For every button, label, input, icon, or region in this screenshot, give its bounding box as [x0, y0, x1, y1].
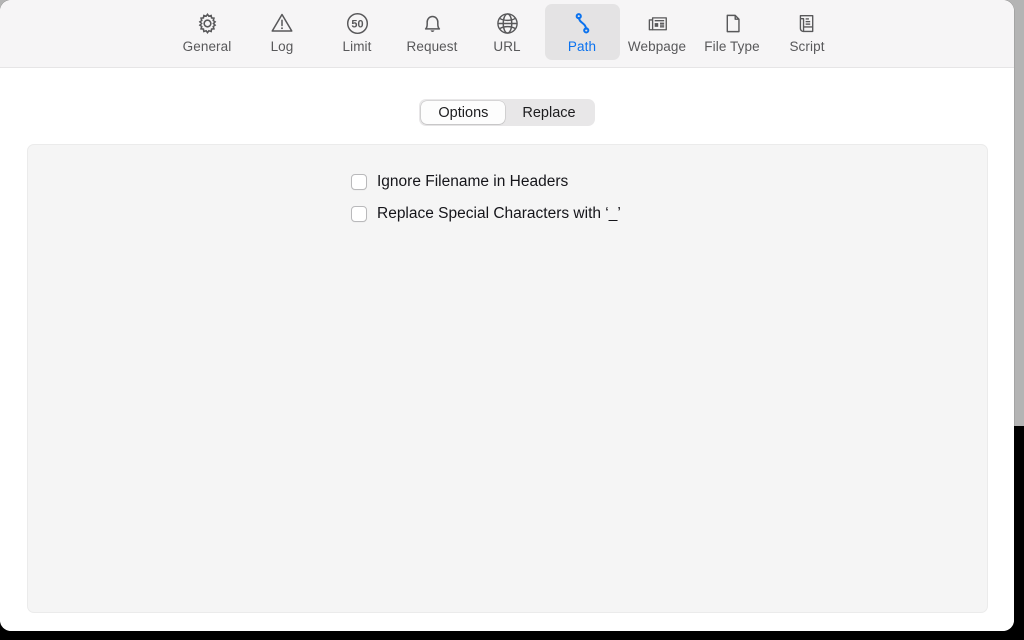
- tab-general[interactable]: General: [170, 4, 245, 60]
- tab-label: Webpage: [627, 39, 687, 54]
- tab-label: Limit: [342, 39, 372, 54]
- gear-icon: [195, 9, 220, 37]
- tab-log[interactable]: Log: [245, 4, 320, 60]
- checkbox-box[interactable]: [351, 206, 367, 222]
- bottom-bar: ? Save As User Defaults Cancel Apply: [0, 613, 1014, 631]
- tab-label: Request: [406, 39, 458, 54]
- tab-label: General: [182, 39, 232, 54]
- content-area: Options Replace Ignore Filename in Heade…: [0, 68, 1014, 631]
- tab-label: File Type: [704, 39, 760, 54]
- svg-text:50: 50: [351, 18, 363, 30]
- bell-icon: [420, 9, 445, 37]
- tab-limit[interactable]: 50 Limit: [320, 4, 395, 60]
- options-panel: Ignore Filename in Headers Replace Speci…: [27, 144, 988, 613]
- segment-options[interactable]: Options: [421, 101, 506, 124]
- segmented-control: Options Replace: [419, 99, 595, 126]
- checkbox-label: Ignore Filename in Headers: [377, 173, 569, 190]
- newspaper-icon: [645, 9, 670, 37]
- tab-webpage[interactable]: Webpage: [620, 4, 695, 60]
- document-icon: [720, 9, 745, 37]
- path-curve-icon: [570, 9, 595, 37]
- checkbox-box[interactable]: [351, 174, 367, 190]
- tab-label: Log: [270, 39, 294, 54]
- tab-path[interactable]: Path: [544, 4, 620, 60]
- speed-limit-50-icon: 50: [345, 9, 370, 37]
- checkbox-label: Replace Special Characters with ‘_’: [377, 205, 621, 222]
- tab-url[interactable]: URL: [470, 4, 545, 60]
- preferences-window: General Log 50 Limit Request URL Path We…: [0, 0, 1014, 631]
- globe-icon: [495, 9, 520, 37]
- tab-request[interactable]: Request: [395, 4, 470, 60]
- toolbar: General Log 50 Limit Request URL Path We…: [0, 0, 1014, 68]
- tab-label: Script: [789, 39, 825, 54]
- tab-label: Path: [567, 39, 597, 54]
- checkbox-ignore-filename-in-headers[interactable]: Ignore Filename in Headers: [351, 173, 568, 191]
- tab-script[interactable]: Script: [770, 4, 845, 60]
- segmented-control-wrapper: Options Replace: [0, 99, 1014, 126]
- segment-replace[interactable]: Replace: [505, 101, 592, 124]
- checkbox-replace-special-characters[interactable]: Replace Special Characters with ‘_’: [351, 205, 621, 223]
- warning-triangle-icon: [269, 9, 295, 37]
- tab-label: URL: [493, 39, 521, 54]
- tab-file-type[interactable]: File Type: [695, 4, 770, 60]
- scroll-icon: [795, 9, 820, 37]
